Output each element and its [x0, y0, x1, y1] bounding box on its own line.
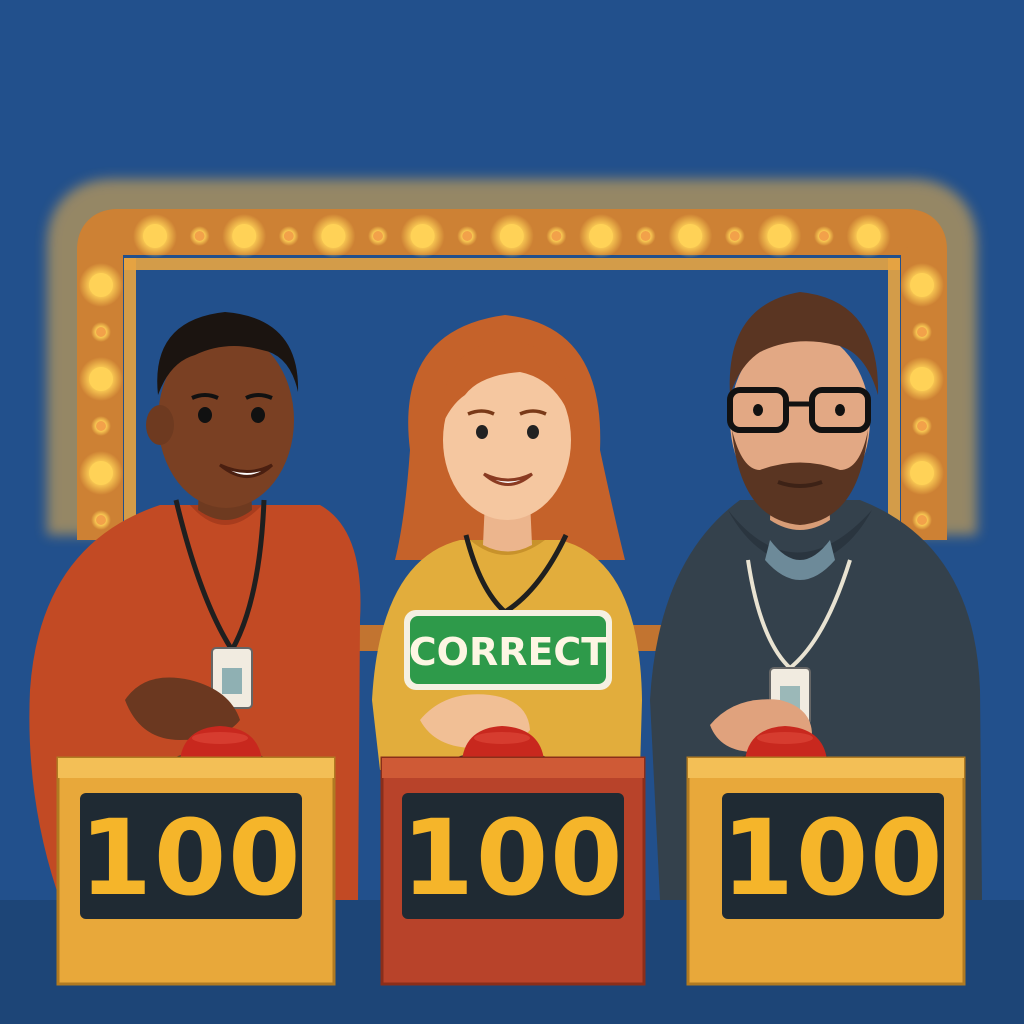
bulb [194, 231, 205, 241]
bulb [678, 224, 703, 248]
bulb [373, 231, 383, 241]
bulb [910, 367, 934, 391]
bulb [232, 224, 257, 248]
podium-right: 100 [686, 756, 966, 986]
bulb [89, 461, 113, 485]
bulb [729, 231, 740, 241]
bulb [917, 421, 927, 431]
bulb [499, 224, 524, 248]
bulb [462, 231, 473, 241]
bulb [96, 327, 106, 337]
bulb [89, 273, 113, 297]
correct-sign-text: CORRECT [409, 630, 608, 674]
podium-middle: 100 [380, 756, 646, 986]
bulb [89, 367, 113, 391]
bulb [640, 231, 651, 241]
bulb [856, 224, 881, 248]
bulb [551, 231, 562, 241]
correct-sign: CORRECT [404, 610, 612, 690]
bulb [917, 515, 927, 525]
score-left: 100 [79, 797, 302, 919]
bulb [283, 231, 294, 241]
score-right: 100 [721, 797, 944, 919]
bulb [321, 224, 346, 248]
bulb [96, 421, 106, 431]
bulb [767, 224, 792, 248]
podium-left: 100 [56, 756, 336, 986]
bulb [910, 461, 934, 485]
game-show-scene: CORRECT 100 100 100 [0, 0, 1024, 1024]
bulb [410, 224, 435, 248]
bulb [589, 224, 613, 248]
score-middle: 100 [401, 797, 624, 919]
bulb [143, 224, 167, 248]
bulb [917, 327, 927, 337]
bulb [819, 231, 829, 241]
bulb [96, 515, 106, 525]
bulb [910, 273, 934, 297]
